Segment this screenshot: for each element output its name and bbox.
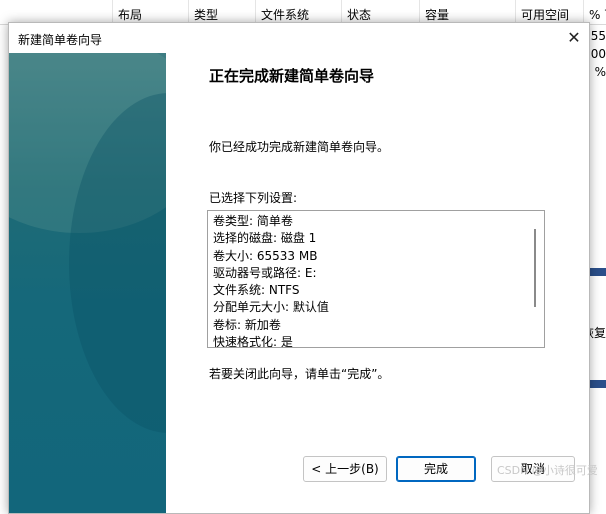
close-icon: ✕ — [567, 28, 581, 47]
watermark: CSDN @小诗很可爱 — [497, 464, 598, 477]
setting-allocation-unit: 分配单元大小: 默认值 — [213, 300, 329, 315]
settings-scrollbar[interactable] — [534, 229, 536, 307]
column-header-volume[interactable] — [0, 0, 112, 24]
disk-map-bar — [588, 380, 606, 388]
completion-message: 你已经成功完成新建简单卷向导。 — [209, 140, 390, 154]
new-simple-volume-wizard: 新建简单卷向导 ✕ 正在完成新建简单卷向导 你已经成功完成新建简单卷向导。 已选… — [8, 22, 590, 514]
setting-volume-type: 卷类型: 简单卷 — [213, 214, 293, 228]
column-header-free-space[interactable]: 可用空间 — [515, 0, 583, 24]
back-button[interactable]: < 上一步(B) — [303, 456, 387, 482]
setting-file-system: 文件系统: NTFS — [213, 283, 300, 298]
column-header-filesystem[interactable]: 文件系统 — [255, 0, 341, 24]
setting-volume-label: 卷标: 新加卷 — [213, 317, 281, 332]
setting-quick-format: 快速格式化: 是 — [213, 335, 293, 348]
dialog-titlebar[interactable]: 新建简单卷向导 ✕ — [9, 23, 589, 53]
settings-label: 已选择下列设置: — [209, 191, 298, 205]
setting-volume-size: 卷大小: 65533 MB — [213, 248, 318, 263]
volume-row-percent: 55 — [590, 29, 606, 43]
finish-button[interactable]: 完成 — [396, 456, 476, 482]
wizard-side-banner — [9, 53, 166, 513]
setting-drive-letter: 驱动器号或路径: E: — [213, 265, 317, 280]
setting-selected-disk: 选择的磁盘: 磁盘 1 — [213, 231, 317, 246]
dialog-title: 新建简单卷向导 — [18, 33, 103, 47]
close-button[interactable]: ✕ — [562, 27, 586, 49]
settings-summary-box[interactable]: 卷类型: 简单卷 选择的磁盘: 磁盘 1 卷大小: 65533 MB 驱动器号或… — [207, 210, 545, 348]
column-header-percent-free[interactable]: % 可 — [583, 0, 606, 24]
column-header-type[interactable]: 类型 — [188, 0, 255, 24]
disk-map-bar — [588, 268, 606, 276]
column-header-layout[interactable]: 布局 — [112, 0, 188, 24]
column-header-capacity[interactable]: 容量 — [419, 0, 515, 24]
close-instruction: 若要关闭此向导，请单击“完成”。 — [209, 367, 390, 381]
wizard-heading: 正在完成新建简单卷向导 — [209, 67, 375, 85]
column-header-status[interactable]: 状态 — [341, 0, 419, 24]
settings-list: 卷类型: 简单卷 选择的磁盘: 磁盘 1 卷大小: 65533 MB 驱动器号或… — [213, 213, 329, 348]
